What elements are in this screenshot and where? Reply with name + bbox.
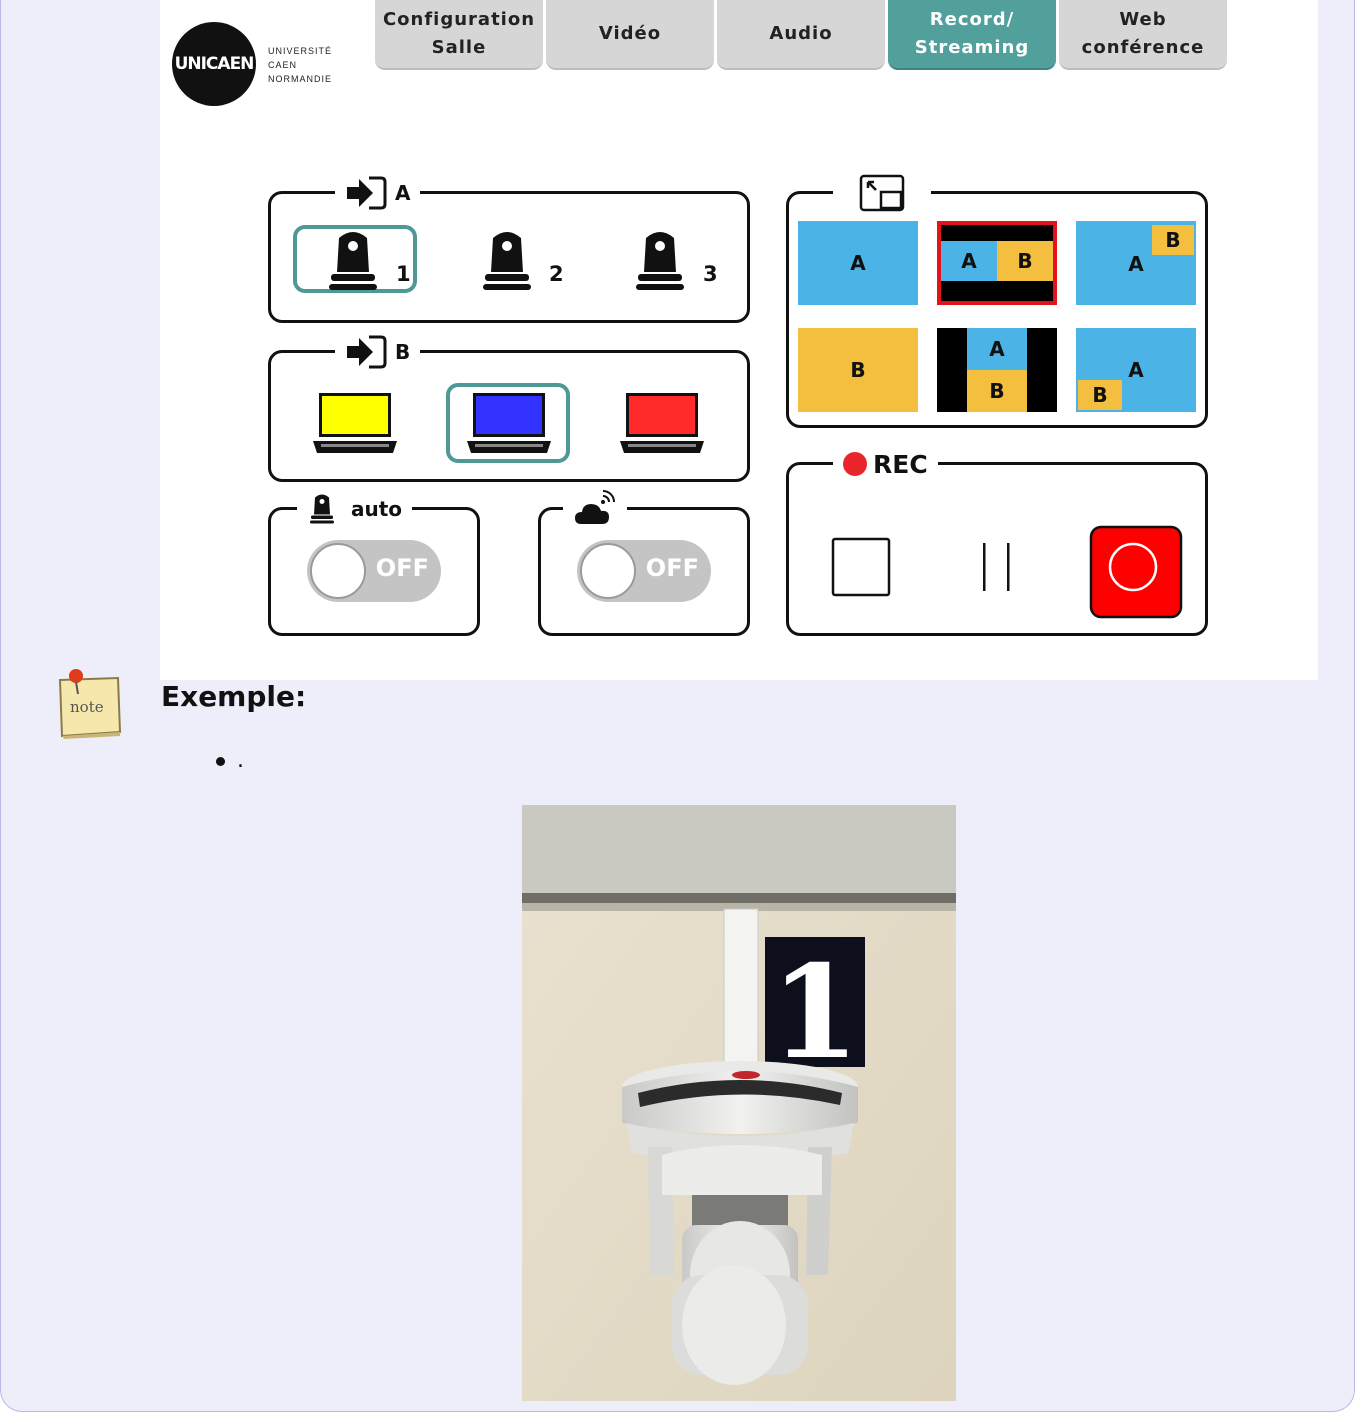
rec-label: REC <box>873 449 928 479</box>
streaming-legend <box>563 490 627 528</box>
tab-configuration-salle[interactable]: Configuration Salle <box>375 0 543 70</box>
tab-record-streaming[interactable]: Record/ Streaming <box>888 0 1056 70</box>
ptz-camera-1-icon[interactable] <box>323 228 383 294</box>
source-a-letter: A <box>395 181 411 205</box>
ptz-camera-photo: 1 <box>522 805 956 1401</box>
laptop-red-icon[interactable] <box>618 391 706 457</box>
ptz-camera-icon <box>310 494 334 524</box>
layout-label-b: B <box>997 241 1053 281</box>
input-arrow-icon <box>347 176 387 210</box>
picture-in-picture-icon <box>859 174 905 212</box>
camera-2-number: 2 <box>549 262 564 286</box>
cloud-stream-icon <box>575 490 615 524</box>
source-a-legend: A <box>335 174 421 212</box>
record-legend: REC <box>833 445 938 483</box>
logo-line-2: CAEN <box>268 60 298 70</box>
source-b-letter: B <box>395 340 411 364</box>
layout-a-b-side[interactable]: A B <box>937 221 1057 305</box>
logo-text: UNIVERSITÉ CAEN NORMANDIE <box>268 44 332 86</box>
note-title: Exemple: <box>161 680 307 713</box>
svg-text:note: note <box>70 698 104 716</box>
source-b-legend: B <box>335 333 421 371</box>
input-arrow-icon <box>347 335 387 369</box>
tab-video[interactable]: Vidéo <box>546 0 714 70</box>
layout-a-b-stacked[interactable]: A B <box>937 328 1057 412</box>
auto-label: auto <box>351 497 403 521</box>
layout-label-b: B <box>1078 380 1122 410</box>
toggle-state: OFF <box>645 554 699 582</box>
camera-1-number: 1 <box>396 262 411 286</box>
layout-label-a: A <box>941 241 997 281</box>
streaming-box: OFF <box>538 490 750 636</box>
layout-label-b: B <box>1152 225 1194 255</box>
note-pin-icon: note <box>58 669 122 739</box>
streaming-toggle[interactable]: OFF <box>577 540 711 602</box>
bullet-dot <box>216 756 225 766</box>
ptz-camera-3-icon[interactable] <box>630 228 690 294</box>
unicaen-logo: UNICAEN <box>172 22 256 106</box>
toggle-state: OFF <box>375 554 429 582</box>
bullet-text: . <box>237 748 244 773</box>
ptz-camera-2-icon[interactable] <box>477 228 537 294</box>
camera-3-number: 3 <box>703 262 718 286</box>
layout-a-pip-b-top[interactable]: A B <box>1076 221 1196 305</box>
logo-mark: UNICAEN <box>174 54 255 74</box>
layout-label-b: B <box>967 370 1027 412</box>
layout-a-pip-b-bottom[interactable]: A B <box>1076 328 1196 412</box>
layouts-legend <box>833 174 931 212</box>
layout-b-full[interactable]: B <box>798 328 918 412</box>
laptop-blue-icon[interactable] <box>465 391 553 457</box>
logo-line-3: NORMANDIE <box>268 74 333 84</box>
layouts-box: A A B A B B A B A B <box>786 174 1208 428</box>
record-box: REC <box>786 445 1208 636</box>
logo-line-1: UNIVERSITÉ <box>268 46 333 56</box>
toggle-knob <box>580 543 636 599</box>
record-button[interactable] <box>1089 525 1183 619</box>
auto-tracking-legend: auto <box>297 490 413 528</box>
control-panel: UNICAEN UNIVERSITÉ CAEN NORMANDIE Config… <box>160 0 1318 680</box>
layout-a-full[interactable]: A <box>798 221 918 305</box>
rec-indicator-icon <box>843 452 867 476</box>
toggle-knob <box>310 543 366 599</box>
pause-button[interactable] <box>977 541 1017 593</box>
tab-web-conference[interactable]: Web conférence <box>1059 0 1227 70</box>
layout-label-b: B <box>850 358 866 382</box>
layout-label-a: A <box>967 328 1027 370</box>
auto-tracking-toggle[interactable]: OFF <box>307 540 441 602</box>
source-a-box: A 1 2 3 <box>268 174 750 323</box>
tab-audio[interactable]: Audio <box>717 0 885 70</box>
laptop-yellow-icon[interactable] <box>311 391 399 457</box>
layout-label-a: A <box>850 251 866 275</box>
bullet-item: . <box>216 748 244 773</box>
stop-button[interactable] <box>831 537 891 597</box>
auto-tracking-box: auto OFF <box>268 490 480 636</box>
source-b-box: B <box>268 333 750 482</box>
